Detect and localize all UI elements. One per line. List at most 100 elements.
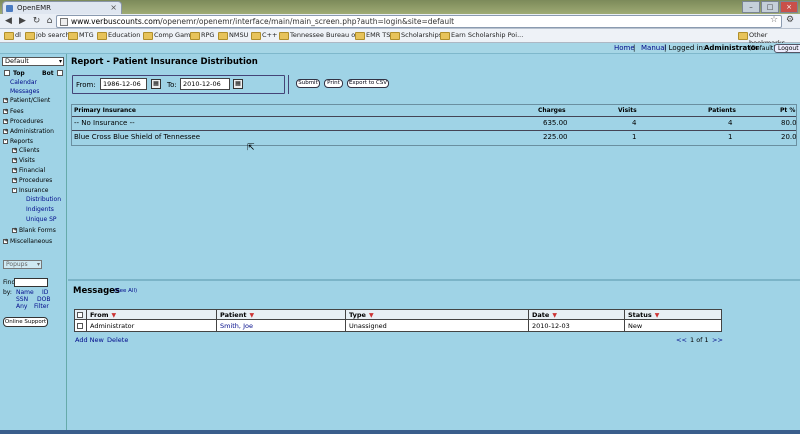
msg-patient[interactable]: Smith, Joe [220, 322, 253, 330]
frame-divider[interactable] [68, 279, 800, 281]
nav-financial[interactable]: Financial [19, 167, 45, 174]
pager-label: 1 of 1 [690, 336, 709, 344]
from-calendar-icon[interactable]: ▦ [151, 79, 161, 89]
add-new-link[interactable]: Add New [75, 336, 104, 344]
pager-next[interactable]: >> [712, 336, 723, 344]
facility-label: (Default) [749, 45, 776, 52]
col-from[interactable]: From ▼ [90, 311, 116, 319]
bookmark-comp-game[interactable]: Comp Game [143, 31, 194, 40]
address-bar[interactable]: www.verbuscounts.com/openemr/openemr/int… [56, 15, 782, 28]
expand-icon[interactable]: + [12, 168, 17, 173]
expand-icon[interactable]: + [12, 158, 17, 163]
back-icon[interactable]: ◀ [3, 16, 14, 27]
manual-link[interactable]: Manual [641, 44, 666, 52]
print-button[interactable]: Print [324, 79, 343, 88]
select-all-checkbox[interactable] [77, 312, 83, 318]
nav-messages[interactable]: Messages [10, 88, 39, 95]
find-by-ssn[interactable]: SSN [16, 296, 28, 303]
expand-icon[interactable]: + [12, 148, 17, 153]
expand-icon[interactable]: + [3, 109, 8, 114]
find-filter[interactable]: Filter [34, 303, 49, 310]
nav-fees[interactable]: Fees [10, 108, 24, 115]
bookmark-star-icon[interactable]: ☆ [770, 15, 778, 25]
nav-blank-forms[interactable]: Blank Forms [19, 227, 56, 234]
nav-visits[interactable]: Visits [19, 157, 35, 164]
home-icon[interactable]: ⌂ [44, 16, 55, 27]
nav-patient-client[interactable]: Patient/Client [10, 97, 50, 104]
maximize-icon[interactable]: □ [761, 1, 779, 13]
nav-unique-sp[interactable]: Unique SP [26, 216, 57, 223]
bookmark-cpp[interactable]: C++ [251, 31, 277, 40]
nav-procedures[interactable]: Procedures [10, 118, 43, 125]
bookmark-job-search[interactable]: job search [25, 31, 70, 40]
bot-label: Bot [42, 70, 54, 77]
nav-insurance[interactable]: Insurance [19, 187, 48, 194]
collapse-icon[interactable]: - [3, 139, 8, 144]
expand-icon[interactable]: + [3, 129, 8, 134]
nav-distribution[interactable]: Distribution [26, 196, 61, 203]
bookmark-emr-ts[interactable]: EMR TS [355, 31, 390, 40]
home-link[interactable]: Home [614, 44, 635, 52]
tab-close-icon[interactable]: × [110, 3, 117, 12]
nav-clients[interactable]: Clients [19, 147, 40, 154]
bookmark-scholarships[interactable]: Scholarships [390, 31, 442, 40]
top-label: Top [13, 70, 25, 77]
find-by-dob[interactable]: DOB [37, 296, 50, 303]
see-all-link[interactable]: (See All) [114, 288, 137, 294]
row-checkbox[interactable] [77, 323, 83, 329]
bookmark-tennessee[interactable]: Tennessee Bureau o... [279, 31, 361, 40]
expand-icon[interactable]: + [3, 119, 8, 124]
nav-procedures-report[interactable]: Procedures [19, 177, 52, 184]
wrench-icon[interactable]: ⚙ [786, 15, 794, 25]
nav-miscellaneous[interactable]: Miscellaneous [10, 238, 52, 245]
col-charges: Charges [538, 107, 566, 114]
pager-prev[interactable]: << [676, 336, 687, 344]
nav-calendar[interactable]: Calendar [10, 79, 37, 86]
bookmark-earn-scholarship[interactable]: Earn Scholarship Poi... [440, 31, 523, 40]
bookmark-dl[interactable]: dl [4, 31, 21, 40]
export-csv-button[interactable]: Export to CSV [347, 79, 389, 88]
nav-indigents[interactable]: Indigents [26, 206, 54, 213]
delete-link[interactable]: Delete [107, 336, 128, 344]
find-by-id[interactable]: ID [42, 289, 48, 296]
sort-icon: ▼ [368, 312, 374, 319]
bookmark-rpg[interactable]: RPG [190, 31, 214, 40]
collapse-icon[interactable]: - [12, 188, 17, 193]
col-date[interactable]: Date ▼ [532, 311, 557, 319]
col-divider [345, 310, 346, 331]
window-close-icon[interactable]: × [780, 1, 798, 13]
col-type[interactable]: Type ▼ [349, 311, 374, 319]
logout-button[interactable]: Logout [774, 44, 800, 53]
submit-button[interactable]: Submit [296, 79, 320, 88]
find-by-name[interactable]: Name [16, 289, 34, 296]
nav-administration[interactable]: Administration [10, 128, 54, 135]
nav-reports[interactable]: Reports [10, 138, 33, 145]
col-patient[interactable]: Patient ▼ [220, 311, 254, 319]
expand-icon[interactable]: + [3, 239, 8, 244]
top-checkbox[interactable] [4, 70, 10, 76]
to-date-input[interactable]: 2010-12-06 [180, 78, 230, 90]
find-by-any[interactable]: Any [16, 303, 27, 310]
find-input[interactable] [14, 278, 48, 287]
bookmark-nmsu[interactable]: NMSU [218, 31, 248, 40]
bot-checkbox[interactable] [57, 70, 63, 76]
expand-icon[interactable]: + [3, 98, 8, 103]
bookmark-education[interactable]: Education [97, 31, 140, 40]
forward-icon[interactable]: ▶ [17, 16, 28, 27]
sort-icon: ▼ [654, 312, 660, 319]
popups-select[interactable]: Popups [3, 260, 42, 269]
to-calendar-icon[interactable]: ▦ [233, 79, 243, 89]
expand-icon[interactable]: + [12, 178, 17, 183]
col-status[interactable]: Status ▼ [628, 311, 659, 319]
sort-icon: ▼ [552, 312, 557, 319]
col-divider [528, 310, 529, 331]
nav-select[interactable]: Default [2, 57, 64, 66]
online-support-button[interactable]: Online Support [3, 317, 48, 327]
expand-icon[interactable]: + [12, 228, 17, 233]
from-date-input[interactable]: 1986-12-06 [100, 78, 147, 90]
bookmark-mtg[interactable]: MTG [68, 31, 94, 40]
reload-icon[interactable]: ↻ [31, 16, 42, 27]
browser-tab[interactable]: OpenEMR × [2, 1, 122, 14]
minimize-icon[interactable]: – [742, 1, 760, 13]
taskbar [0, 430, 800, 434]
